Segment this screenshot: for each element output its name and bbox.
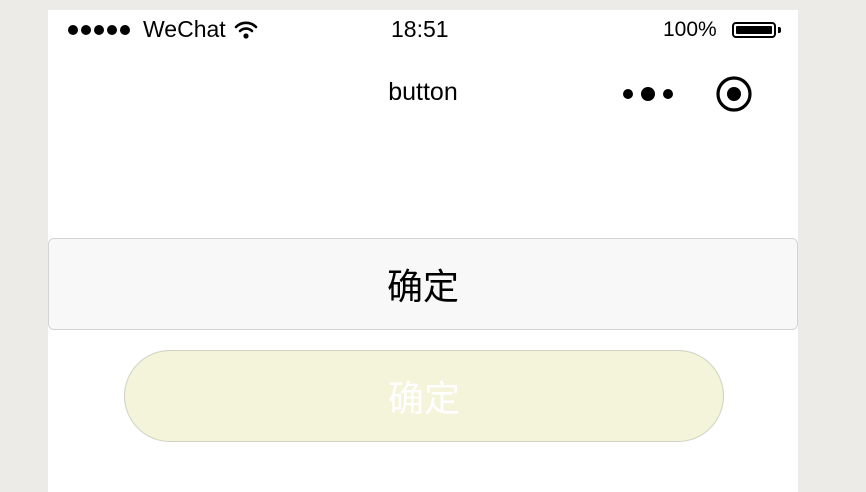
battery-tip <box>778 27 781 33</box>
carrier-name: WeChat <box>143 16 226 42</box>
page-title: button <box>388 78 458 106</box>
wifi-icon <box>234 20 258 45</box>
confirm-button-default[interactable]: 确定 <box>48 238 798 330</box>
phone-screen: WeChat 18:51 100% button 确定 确定 <box>48 10 798 492</box>
status-time: 18:51 <box>391 16 449 42</box>
battery-percent: 100% <box>663 18 717 41</box>
confirm-button-round-disabled[interactable]: 确定 <box>124 350 724 442</box>
status-bar: WeChat 18:51 100% <box>48 10 798 50</box>
battery-icon <box>732 22 776 38</box>
navigation-bar: button <box>48 50 798 138</box>
battery-fill <box>736 26 772 34</box>
signal-dots-icon <box>68 25 130 35</box>
target-close-icon[interactable] <box>715 75 753 113</box>
more-dots-icon[interactable] <box>623 86 673 102</box>
